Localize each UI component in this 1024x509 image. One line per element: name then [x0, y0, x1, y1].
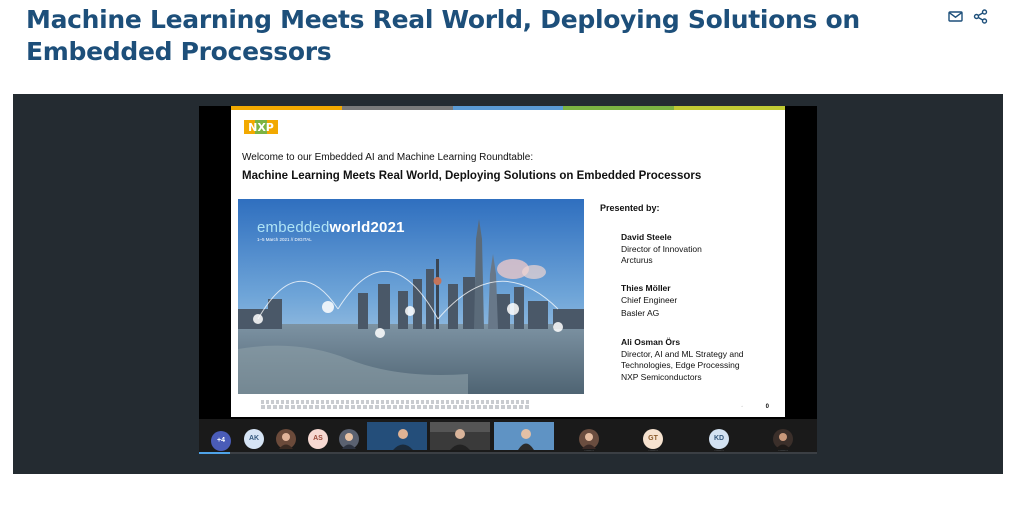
event-date: 1–5 March 2021 // DIGITAL [257, 237, 312, 242]
video-progress-fill [199, 452, 230, 454]
participant-photo-avatar[interactable] [276, 429, 296, 449]
presenter-role: Director, AI and ML Strategy and [621, 348, 744, 359]
presenter-org: Arcturus [621, 255, 653, 265]
page-title: Machine Learning Meets Real World, Deplo… [26, 5, 860, 66]
participant-avatar[interactable]: GT [643, 429, 663, 449]
color-bar [674, 106, 785, 110]
page-actions [948, 9, 988, 24]
email-icon[interactable] [948, 9, 963, 24]
participant-strip: +4 AK AS ‥‥‥‥ GT ‥‥‥‥ KD ‥‥‥‥ ‥‥‥‥ [199, 419, 817, 454]
more-participants-button[interactable]: +4 [211, 431, 231, 451]
presenter-card: David Steele Director of Innovation Arct… [621, 232, 702, 267]
participant-photo-avatar[interactable] [579, 429, 599, 449]
participant-photo-avatar[interactable] [773, 429, 793, 449]
color-bar [563, 106, 675, 110]
video-screen[interactable]: NXP Welcome to our Embedded AI and Machi… [199, 106, 817, 454]
participant-avatar[interactable]: AS [308, 429, 328, 449]
slide-page-number: 0 [765, 404, 769, 410]
participant-avatar[interactable]: KD [709, 429, 729, 449]
city-skyline-image: embeddedworld2021 1–5 March 2021 // DIGI… [238, 199, 584, 394]
participant-photo-avatar[interactable] [339, 429, 359, 449]
presenter-name: Ali Osman Örs [621, 337, 681, 347]
event-logo: embeddedworld2021 [257, 219, 405, 236]
presenter-name: Thies Möller [621, 283, 671, 293]
nxp-logo-text: NXP [248, 121, 274, 134]
share-icon[interactable] [973, 9, 988, 24]
slide-title: Machine Learning Meets Real World, Deplo… [242, 170, 702, 182]
event-year: 2021 [370, 219, 405, 236]
slide-color-bars [231, 106, 785, 110]
presenter-name: David Steele [621, 232, 672, 242]
presented-by-label: Presented by: [600, 203, 660, 213]
presentation-slide: NXP Welcome to our Embedded AI and Machi… [231, 106, 785, 417]
presenter-role-continued: Technologies, Edge Processing [621, 360, 740, 370]
color-bar [341, 106, 453, 110]
participant-video-tile[interactable] [494, 422, 554, 450]
presenter-role: Director of Innovation [621, 243, 702, 254]
color-bar [452, 106, 564, 110]
slide-disclaimer [261, 400, 531, 409]
participant-avatar[interactable]: AK [244, 429, 264, 449]
video-progress-bar[interactable] [199, 452, 817, 454]
event-name-bold: world [329, 219, 371, 236]
participant-video-tile[interactable] [430, 422, 490, 450]
video-player[interactable]: NXP Welcome to our Embedded AI and Machi… [13, 94, 1003, 474]
slide-footer-mark: ◦ [741, 404, 743, 410]
presenter-card: Thies Möller Chief Engineer Basler AG [621, 283, 677, 320]
presenter-card: Ali Osman Örs Director, AI and ML Strate… [621, 337, 744, 383]
event-name-light: embedded [257, 219, 330, 236]
participant-video-tile[interactable] [367, 422, 427, 450]
color-bar [231, 106, 342, 110]
presenter-role: Chief Engineer [621, 294, 678, 305]
presenter-org: NXP Semiconductors [621, 371, 702, 382]
presenter-org: Basler AG [621, 308, 660, 318]
slide-welcome: Welcome to our Embedded AI and Machine L… [242, 152, 534, 163]
nxp-logo: NXP [244, 120, 278, 134]
